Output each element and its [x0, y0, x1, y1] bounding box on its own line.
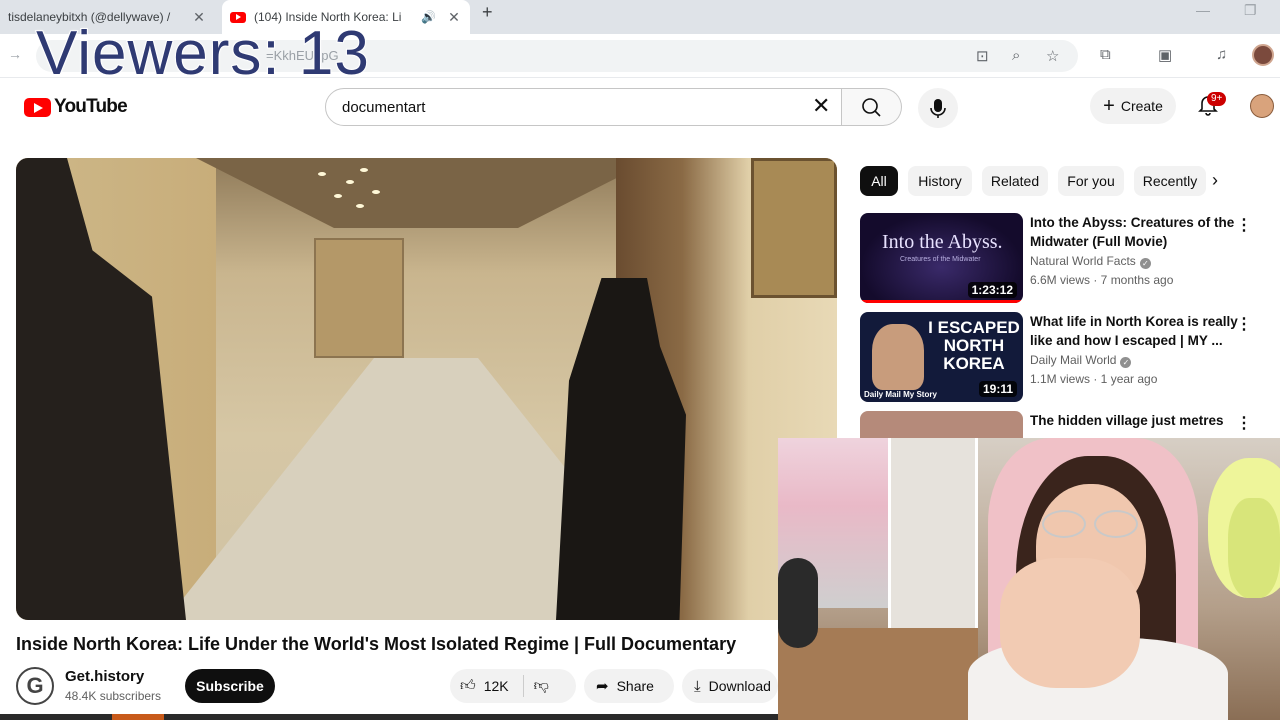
recommended-title[interactable]: The hidden village just metres [1030, 411, 1242, 430]
recommended-meta: 1.1M views · 1 year ago [1030, 372, 1158, 386]
webcam-microphone [778, 558, 818, 648]
youtube-masthead: YouTube ✕ + Create 9+ [0, 78, 1280, 134]
recommended-video[interactable]: The hidden village just metres ⋮ [860, 411, 1270, 438]
mic-icon [930, 99, 946, 118]
notification-badge: 9+ [1207, 92, 1227, 106]
recommended-title[interactable]: What life in North Korea is really like … [1030, 312, 1242, 350]
chip-related[interactable]: Related [982, 166, 1048, 196]
video-title: Inside North Korea: Life Under the World… [16, 634, 737, 654]
new-tab-button[interactable]: + [482, 2, 493, 23]
video-frame-door [314, 238, 404, 358]
thumbnail-brand: Daily Mail My Story [864, 390, 937, 399]
side-panel-icon[interactable]: ▣ [1158, 46, 1172, 64]
thumbs-up-icon[interactable]: 👍︎ [460, 677, 476, 695]
channel-name[interactable]: Get.history [65, 668, 144, 685]
webcam-plush-toy [1228, 498, 1280, 598]
kebab-icon[interactable]: ⋮ [1236, 215, 1252, 235]
share-button[interactable]: ➦ Share [584, 669, 674, 703]
recommended-title[interactable]: Into the Abyss: Creatures of the Midwate… [1030, 213, 1242, 251]
close-icon[interactable]: ✕ [446, 9, 462, 26]
video-thumbnail[interactable]: Into the Abyss. Creatures of the Midwate… [860, 213, 1023, 303]
webcam-overlay [778, 438, 1280, 720]
zoom-icon[interactable]: ⌕ [1012, 47, 1020, 64]
video-player[interactable] [16, 158, 837, 620]
media-controls-icon[interactable]: ♫ [1216, 46, 1227, 63]
thumbnail-text: I ESCAPED NORTH KOREA [928, 318, 1020, 373]
chip-history[interactable]: History [908, 166, 972, 196]
bottom-strip-segment [112, 714, 164, 720]
webcam-shelf [888, 438, 978, 638]
thumbs-down-icon[interactable]: 👎︎ [534, 677, 549, 695]
channel-label: Natural World Facts [1030, 254, 1136, 268]
recommended-video[interactable]: Into the Abyss. Creatures of the Midwate… [860, 213, 1270, 305]
ceiling-light [346, 180, 354, 184]
recommended-channel[interactable]: Natural World Facts ✓ [1030, 254, 1151, 269]
browser-profile-avatar[interactable] [1252, 44, 1274, 66]
account-avatar[interactable] [1250, 94, 1274, 118]
subscriber-count: 48.4K subscribers [65, 689, 162, 703]
recommended-video[interactable]: I ESCAPED NORTH KOREA Daily Mail My Stor… [860, 312, 1270, 404]
video-thumbnail[interactable]: I ESCAPED NORTH KOREA Daily Mail My Stor… [860, 312, 1023, 402]
share-label: Share [616, 678, 654, 694]
search-button[interactable] [842, 88, 902, 126]
recommended-channel[interactable]: Daily Mail World ✓ [1030, 353, 1132, 368]
kebab-icon[interactable]: ⋮ [1236, 413, 1252, 433]
ceiling-light [372, 190, 380, 194]
webcam-streamer-hands [1000, 558, 1140, 688]
duration-badge: 19:11 [978, 381, 1017, 397]
channel-label: Daily Mail World [1030, 353, 1117, 367]
ceiling-light [360, 168, 368, 172]
speaker-icon[interactable]: 🔊 [421, 10, 436, 24]
recommended-meta: 6.6M views · 7 months ago [1030, 273, 1174, 287]
duration-badge: 1:23:12 [967, 282, 1017, 298]
subscribe-button[interactable]: Subscribe [185, 669, 275, 703]
plus-icon: + [1103, 94, 1115, 117]
create-label: Create [1120, 98, 1163, 114]
download-label: Download [708, 678, 771, 694]
bookmark-star-icon[interactable]: ☆ [1046, 47, 1059, 65]
share-icon: ➦ [596, 678, 609, 695]
verified-icon: ✓ [1139, 258, 1151, 269]
logo-text: YouTube [54, 96, 128, 117]
verified-icon: ✓ [1120, 357, 1132, 368]
ceiling-light [318, 172, 326, 176]
watch-progress [860, 300, 1023, 303]
ceiling-light [356, 204, 364, 208]
restore-icon[interactable]: ❐ [1244, 2, 1257, 19]
video-frame-plaque [751, 158, 837, 298]
chip-recently[interactable]: Recently [1134, 166, 1206, 196]
kebab-icon[interactable]: ⋮ [1236, 314, 1252, 334]
webcam-streamer-glasses [1036, 510, 1146, 538]
thumbnail-portrait [872, 324, 924, 390]
like-count[interactable]: 12K [484, 678, 509, 694]
create-button[interactable]: + Create [1090, 88, 1176, 124]
channel-avatar[interactable]: G [16, 667, 54, 705]
thumbnail-title: Into the Abyss. [882, 231, 1003, 253]
thumbnail-subtitle: Creatures of the Midwater [900, 256, 981, 263]
voice-search-button[interactable] [918, 88, 958, 128]
search-icon [862, 98, 881, 117]
chevron-right-icon[interactable]: › [1212, 170, 1218, 191]
ceiling-light [334, 194, 342, 198]
search-input[interactable] [325, 88, 842, 126]
bottom-strip [0, 714, 780, 720]
video-thumbnail[interactable] [860, 411, 1023, 438]
install-app-icon[interactable]: ⊡ [976, 47, 989, 65]
forward-arrow-icon[interactable]: → [8, 46, 22, 62]
youtube-logo-icon [24, 97, 51, 117]
divider [522, 675, 524, 697]
like-dislike-group: 👍︎ 12K 👎︎ [450, 669, 576, 703]
extensions-icon[interactable]: ⧉ [1100, 46, 1111, 63]
chip-for-you[interactable]: For you [1058, 166, 1124, 196]
download-icon: ⤓ [694, 677, 701, 695]
minimize-icon[interactable]: — [1196, 2, 1210, 18]
chip-all[interactable]: All [860, 166, 898, 196]
clear-icon[interactable]: ✕ [812, 95, 830, 117]
download-button[interactable]: ⤓ Download [682, 669, 778, 703]
youtube-logo[interactable]: YouTube [24, 96, 128, 118]
